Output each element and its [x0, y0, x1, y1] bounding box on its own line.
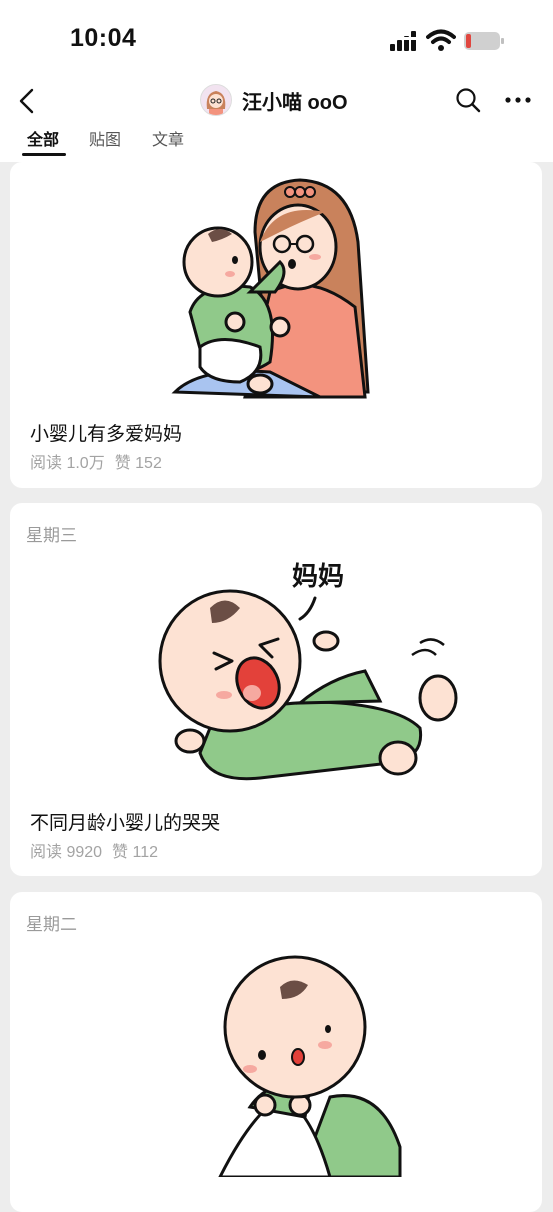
article-stats: 阅读 9920 赞 112 — [30, 838, 168, 862]
article-stats: 阅读 1.0万赞 152 — [30, 449, 172, 473]
illustration-text: 妈妈 — [292, 561, 344, 591]
battery-icon — [464, 32, 504, 50]
article-card[interactable]: 小婴儿有多爱妈妈 阅读 1.0万赞 152 — [10, 162, 542, 488]
account-name: 汪小喵 ooO — [242, 91, 348, 114]
like-count: 赞 152 — [114, 455, 162, 472]
baby-holding-cloth-illustration — [218, 955, 402, 1177]
article-card[interactable]: 星期三 妈妈 不同月龄小婴儿的哭哭 阅读 9920 赞 112 — [10, 503, 542, 876]
tab-stickers[interactable]: 贴图 — [89, 126, 121, 150]
search-icon[interactable] — [454, 86, 482, 114]
read-count: 阅读 9920 — [30, 844, 103, 861]
article-title: 不同月龄小婴儿的哭哭 — [30, 813, 221, 834]
account-header: 汪小喵 ooO 全部 贴图 文章 — [0, 78, 553, 162]
tab-articles[interactable]: 文章 — [152, 126, 184, 150]
wifi-icon — [426, 29, 456, 51]
article-card[interactable]: 星期二 — [10, 892, 542, 1212]
status-bar: 10:04 — [0, 0, 553, 78]
crying-baby-illustration: 妈妈 — [158, 561, 458, 781]
chevron-left-icon — [19, 88, 34, 114]
active-tab-indicator — [22, 153, 66, 156]
back-button[interactable] — [10, 84, 44, 118]
article-date: 星期三 — [26, 526, 77, 545]
status-time: 10:04 — [70, 24, 137, 52]
account-title[interactable]: 汪小喵 ooO — [200, 82, 348, 118]
more-options-icon[interactable] — [503, 86, 533, 114]
read-count: 阅读 1.0万 — [30, 455, 105, 472]
cellular-signal-icon — [389, 31, 419, 51]
like-count: 赞 112 — [112, 844, 159, 861]
tab-bar: 全部 贴图 文章 — [0, 124, 553, 158]
tab-all[interactable]: 全部 — [27, 126, 59, 150]
mom-holding-baby-illustration — [171, 178, 370, 399]
article-title: 小婴儿有多爱妈妈 — [30, 424, 183, 445]
avatar[interactable] — [200, 84, 232, 116]
article-date: 星期二 — [26, 915, 77, 934]
